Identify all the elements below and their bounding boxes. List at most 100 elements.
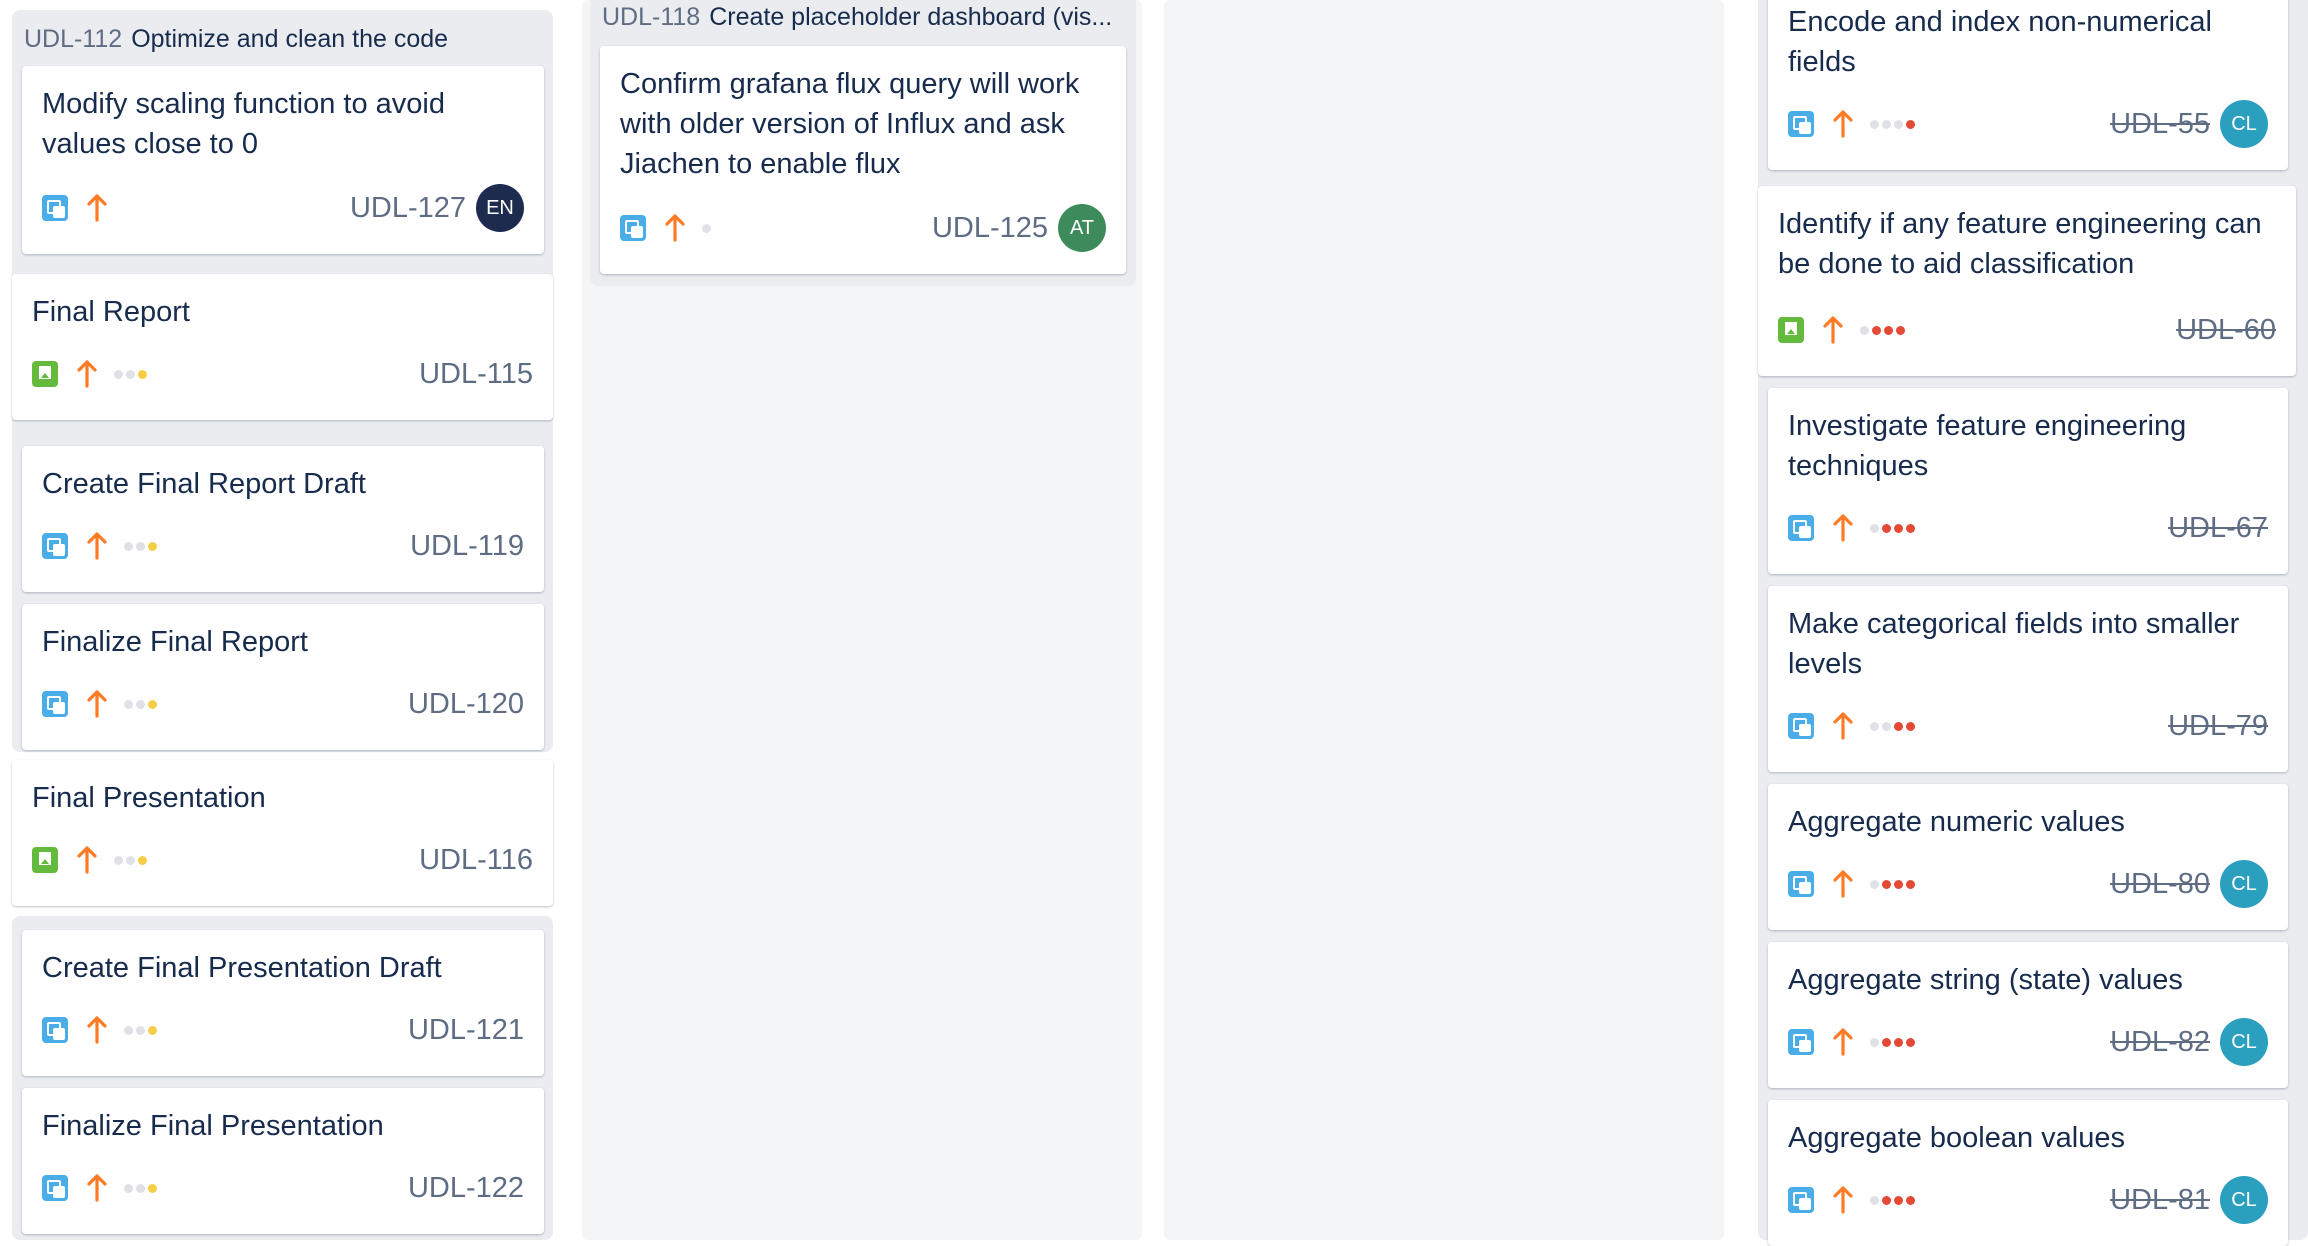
issue-card-udl-116[interactable]: Final Presentation UDL-116	[12, 760, 553, 906]
issue-footer: UDL-122	[42, 1164, 524, 1212]
issue-key[interactable]: UDL-79	[2168, 710, 2268, 743]
progress-dots	[114, 369, 147, 379]
priority-high-icon	[1823, 316, 1843, 344]
progress-dots	[1870, 1037, 1915, 1047]
issue-summary: Final Report	[32, 296, 190, 328]
task-icon	[42, 533, 68, 559]
epic-title: Create placeholder dashboard (vis...	[709, 2, 1113, 31]
issue-card-udl-125[interactable]: Confirm grafana flux query will work wit…	[600, 46, 1126, 274]
issue-summary: Modify scaling function to avoid values …	[42, 88, 445, 160]
issue-card-udl-55[interactable]: Encode and index non-numerical fields UD…	[1768, 0, 2288, 170]
epic-group-header[interactable]: UDL-118 Create placeholder dashboard (vi…	[602, 0, 1124, 34]
task-icon	[1788, 111, 1814, 137]
task-icon	[1788, 871, 1814, 897]
assignee-avatar[interactable]: CL	[2220, 1018, 2268, 1066]
issue-summary: Finalize Final Presentation	[42, 1110, 384, 1142]
issue-key[interactable]: UDL-81	[2110, 1184, 2210, 1217]
issue-key[interactable]: UDL-122	[408, 1172, 524, 1205]
issue-summary: Identify if any feature engineering can …	[1778, 208, 2262, 280]
issue-footer: UDL-81 CL	[1788, 1176, 2268, 1224]
epic-key: UDL-118	[602, 2, 701, 31]
issue-key[interactable]: UDL-116	[419, 844, 533, 877]
issue-summary: Encode and index non-numerical fields	[1788, 6, 2212, 78]
progress-dots	[1860, 325, 1905, 335]
issue-key[interactable]: UDL-55	[2110, 108, 2210, 141]
issue-summary: Investigate feature engineering techniqu…	[1788, 410, 2187, 482]
issue-footer: UDL-115	[32, 350, 533, 398]
issue-card-udl-121[interactable]: Create Final Presentation Draft UDL-121	[22, 930, 544, 1076]
issue-card-udl-122[interactable]: Finalize Final Presentation UDL-122	[22, 1088, 544, 1234]
issue-card-udl-127[interactable]: Modify scaling function to avoid values …	[22, 66, 544, 254]
issue-key[interactable]: UDL-80	[2110, 868, 2210, 901]
task-icon	[1788, 1029, 1814, 1055]
issue-summary: Aggregate numeric values	[1788, 806, 2125, 838]
priority-high-icon	[665, 214, 685, 242]
priority-high-icon	[87, 1174, 107, 1202]
story-icon	[1778, 317, 1804, 343]
issue-footer: UDL-119	[42, 522, 524, 570]
progress-dots	[114, 855, 147, 865]
assignee-avatar[interactable]: CL	[2220, 100, 2268, 148]
progress-dots	[702, 223, 711, 233]
issue-card-udl-115[interactable]: Final Report UDL-115	[12, 274, 553, 420]
board-column-4: Encode and index non-numerical fields UD…	[1746, 0, 2308, 1246]
issue-footer: UDL-79	[1788, 702, 2268, 750]
board-column-2: UDL-118 Create placeholder dashboard (vi…	[582, 0, 1142, 1240]
priority-high-icon	[87, 1016, 107, 1044]
task-icon	[42, 195, 68, 221]
issue-summary: Aggregate string (state) values	[1788, 964, 2183, 996]
priority-high-icon	[77, 360, 97, 388]
issue-footer: UDL-80 CL	[1788, 860, 2268, 908]
issue-key[interactable]: UDL-67	[2168, 512, 2268, 545]
progress-dots	[124, 1025, 157, 1035]
epic-group-header[interactable]: UDL-112 Optimize and clean the code	[24, 10, 541, 68]
priority-high-icon	[1833, 110, 1853, 138]
issue-card-udl-81[interactable]: Aggregate boolean values UDL-81 CL	[1768, 1100, 2288, 1246]
assignee-avatar[interactable]: EN	[476, 184, 524, 232]
task-icon	[42, 1175, 68, 1201]
progress-dots	[124, 541, 157, 551]
issue-card-udl-82[interactable]: Aggregate string (state) values UDL-82 C…	[1768, 942, 2288, 1088]
issue-key[interactable]: UDL-119	[410, 530, 524, 563]
task-icon	[42, 1017, 68, 1043]
story-icon	[32, 847, 58, 873]
issue-footer: UDL-67	[1788, 504, 2268, 552]
priority-high-icon	[1833, 1186, 1853, 1214]
issue-key[interactable]: UDL-60	[2176, 314, 2276, 347]
issue-summary: Confirm grafana flux query will work wit…	[620, 68, 1080, 180]
assignee-avatar[interactable]: CL	[2220, 1176, 2268, 1224]
issue-key[interactable]: UDL-125	[932, 212, 1048, 245]
subtask-group-udl-115: Create Final Report Draft UDL-119 Finali…	[12, 432, 553, 750]
progress-dots	[124, 699, 157, 709]
board-column-3	[1164, 0, 1724, 1240]
task-icon	[1788, 1187, 1814, 1213]
task-icon	[42, 691, 68, 717]
issue-summary: Finalize Final Report	[42, 626, 308, 658]
issue-footer: UDL-55 CL	[1788, 100, 2268, 148]
task-icon	[620, 215, 646, 241]
assignee-avatar[interactable]: AT	[1058, 204, 1106, 252]
issue-key[interactable]: UDL-115	[419, 358, 533, 391]
issue-card-udl-120[interactable]: Finalize Final Report UDL-120	[22, 604, 544, 750]
issue-key[interactable]: UDL-120	[408, 688, 524, 721]
issue-summary: Aggregate boolean values	[1788, 1122, 2125, 1154]
issue-card-udl-80[interactable]: Aggregate numeric values UDL-80 CL	[1768, 784, 2288, 930]
issue-summary: Final Presentation	[32, 782, 266, 814]
priority-high-icon	[1833, 514, 1853, 542]
issue-card-udl-60[interactable]: Identify if any feature engineering can …	[1758, 186, 2296, 376]
issue-card-udl-67[interactable]: Investigate feature engineering techniqu…	[1768, 388, 2288, 574]
assignee-avatar[interactable]: CL	[2220, 860, 2268, 908]
issue-card-udl-119[interactable]: Create Final Report Draft UDL-119	[22, 446, 544, 592]
issue-key[interactable]: UDL-121	[408, 1014, 524, 1047]
progress-dots	[1870, 1195, 1915, 1205]
progress-dots	[1870, 523, 1915, 533]
issue-key[interactable]: UDL-82	[2110, 1026, 2210, 1059]
task-icon	[1788, 515, 1814, 541]
priority-high-icon	[87, 532, 107, 560]
issue-footer: UDL-60	[1778, 306, 2276, 354]
issue-key[interactable]: UDL-127	[350, 192, 466, 225]
issue-card-udl-79[interactable]: Make categorical fields into smaller lev…	[1768, 586, 2288, 772]
priority-high-icon	[87, 194, 107, 222]
board-column-1: UDL-112 Optimize and clean the code Modi…	[0, 0, 560, 1240]
epic-group-udl-118: UDL-118 Create placeholder dashboard (vi…	[590, 0, 1136, 286]
